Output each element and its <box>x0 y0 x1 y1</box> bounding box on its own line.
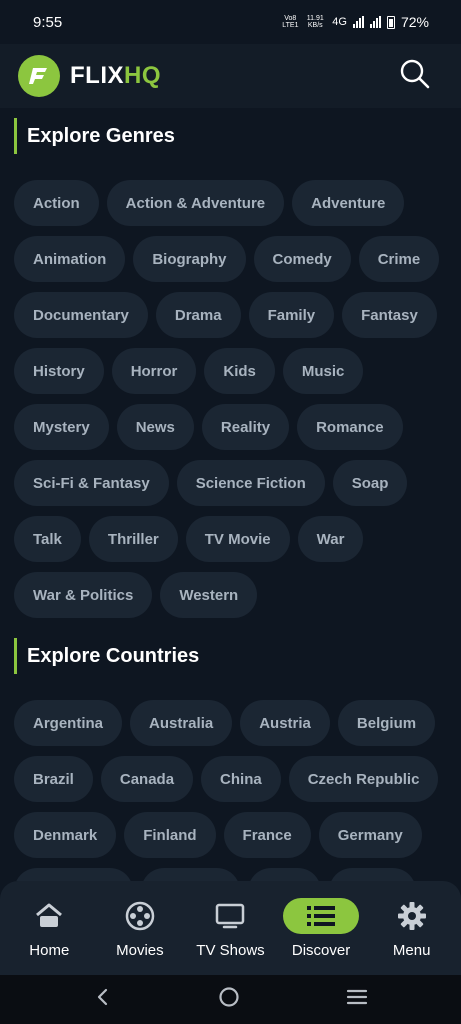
genre-chip[interactable]: War <box>297 516 364 562</box>
country-chip[interactable]: Belgium <box>337 700 436 746</box>
country-chip[interactable]: Austria <box>240 700 330 746</box>
genre-chip[interactable]: Comedy <box>253 236 351 282</box>
genre-chip[interactable]: Documentary <box>14 292 148 338</box>
status-time: 9:55 <box>33 13 63 31</box>
country-chip[interactable]: Australia <box>130 700 233 746</box>
nav-movies-label: Movies <box>116 941 164 959</box>
genre-chip[interactable]: Sci-Fi & Fantasy <box>14 460 169 506</box>
country-chip[interactable]: Ireland <box>328 868 416 881</box>
genre-chip[interactable]: Horror <box>111 348 197 394</box>
genre-chip[interactable]: History <box>14 348 104 394</box>
genre-chip[interactable]: Crime <box>358 236 440 282</box>
country-chip[interactable]: Finland <box>124 812 216 858</box>
genre-chip[interactable]: Animation <box>14 236 126 282</box>
country-chip[interactable]: Germany <box>318 812 422 858</box>
tv-icon <box>215 898 245 934</box>
genre-chip[interactable]: TV Movie <box>185 516 290 562</box>
nav-tv-shows[interactable]: TV Shows <box>185 898 275 959</box>
brand-name: FLIXHQ <box>70 62 161 90</box>
genre-chip[interactable]: Drama <box>155 292 241 338</box>
nav-discover-label: Discover <box>291 941 351 959</box>
signal-icon-2 <box>369 16 381 28</box>
genre-chip[interactable]: Western <box>160 572 258 618</box>
signal-icon <box>352 16 364 28</box>
genre-chip[interactable]: Talk <box>14 516 81 562</box>
genre-chip[interactable]: Soap <box>332 460 408 506</box>
country-chip[interactable]: Brazil <box>14 756 93 802</box>
genre-chip[interactable]: Romance <box>297 404 403 450</box>
genre-chip[interactable]: Fantasy <box>342 292 437 338</box>
genre-chip[interactable]: Adventure <box>292 180 405 226</box>
nav-home[interactable]: Home <box>4 898 94 959</box>
list-icon <box>283 897 360 934</box>
country-chip[interactable]: France <box>223 812 311 858</box>
genre-chip[interactable]: Kids <box>204 348 275 394</box>
genres-title: Explore Genres <box>14 118 461 154</box>
brand-accent: HQ <box>124 62 161 89</box>
network-label: Vo8 LTE1 <box>282 15 299 29</box>
home-circle-icon[interactable] <box>218 986 240 1013</box>
bottom-navigation: Home Movies TV Shows Discover Menu <box>0 881 461 975</box>
country-chip[interactable]: Czech Republic <box>288 756 439 802</box>
status-bar: 9:55 Vo8 LTE1 11.91 KB/s 4G 72% <box>0 0 461 44</box>
back-icon[interactable] <box>93 987 113 1012</box>
country-chip[interactable]: Hong Kong <box>14 868 133 881</box>
genre-chip[interactable]: News <box>116 404 194 450</box>
genre-chip[interactable]: Music <box>282 348 364 394</box>
network-speed: 11.91 KB/s <box>306 15 324 29</box>
brand-main: FLIX <box>70 62 124 89</box>
genre-chip[interactable]: War & Politics <box>14 572 153 618</box>
discover-content[interactable]: Explore Genres Action Action & Adventure A… <box>0 108 461 881</box>
country-chip[interactable]: India <box>247 868 321 881</box>
nav-discover[interactable]: Discover <box>276 897 366 959</box>
battery-level: 72% <box>400 14 429 30</box>
nav-menu-label: Menu <box>392 941 431 959</box>
logo-icon <box>18 55 60 97</box>
nav-movies[interactable]: Movies <box>95 898 185 959</box>
network-type: 4G <box>332 16 347 28</box>
search-icon[interactable] <box>399 58 431 95</box>
genre-chip[interactable]: Reality <box>201 404 290 450</box>
genre-chip[interactable]: Mystery <box>14 404 109 450</box>
battery-icon <box>386 15 395 29</box>
genre-chip[interactable]: Action & Adventure <box>106 180 285 226</box>
genre-chip[interactable]: Biography <box>133 236 246 282</box>
country-chip[interactable]: Canada <box>100 756 194 802</box>
app-header: FLIXHQ <box>0 44 461 108</box>
status-icons: Vo8 LTE1 11.91 KB/s 4G 72% <box>282 14 429 30</box>
genre-chip[interactable]: Science Fiction <box>176 460 325 506</box>
country-chip-list: Argentina Australia Austria Belgium Brazil Ca… <box>0 700 461 881</box>
home-icon <box>34 898 64 934</box>
country-chip[interactable]: China <box>201 756 281 802</box>
genre-chip-list: Action Action & Adventure Adventure Animati… <box>0 180 461 618</box>
gear-icon <box>397 898 427 934</box>
nav-tv-label: TV Shows <box>196 941 265 959</box>
nav-menu[interactable]: Menu <box>367 898 457 959</box>
country-chip[interactable]: Denmark <box>14 812 117 858</box>
film-reel-icon <box>125 898 155 934</box>
recent-apps-icon[interactable] <box>346 988 368 1011</box>
nav-home-label: Home <box>29 941 70 959</box>
country-chip[interactable]: Argentina <box>14 700 123 746</box>
genre-chip[interactable]: Action <box>14 180 99 226</box>
countries-title: Explore Countries <box>14 638 461 674</box>
genre-chip[interactable]: Thriller <box>88 516 178 562</box>
system-navigation <box>0 975 461 1024</box>
brand-logo[interactable]: FLIXHQ <box>18 55 161 97</box>
country-chip[interactable]: Hungary <box>140 868 240 881</box>
genre-chip[interactable]: Family <box>248 292 335 338</box>
